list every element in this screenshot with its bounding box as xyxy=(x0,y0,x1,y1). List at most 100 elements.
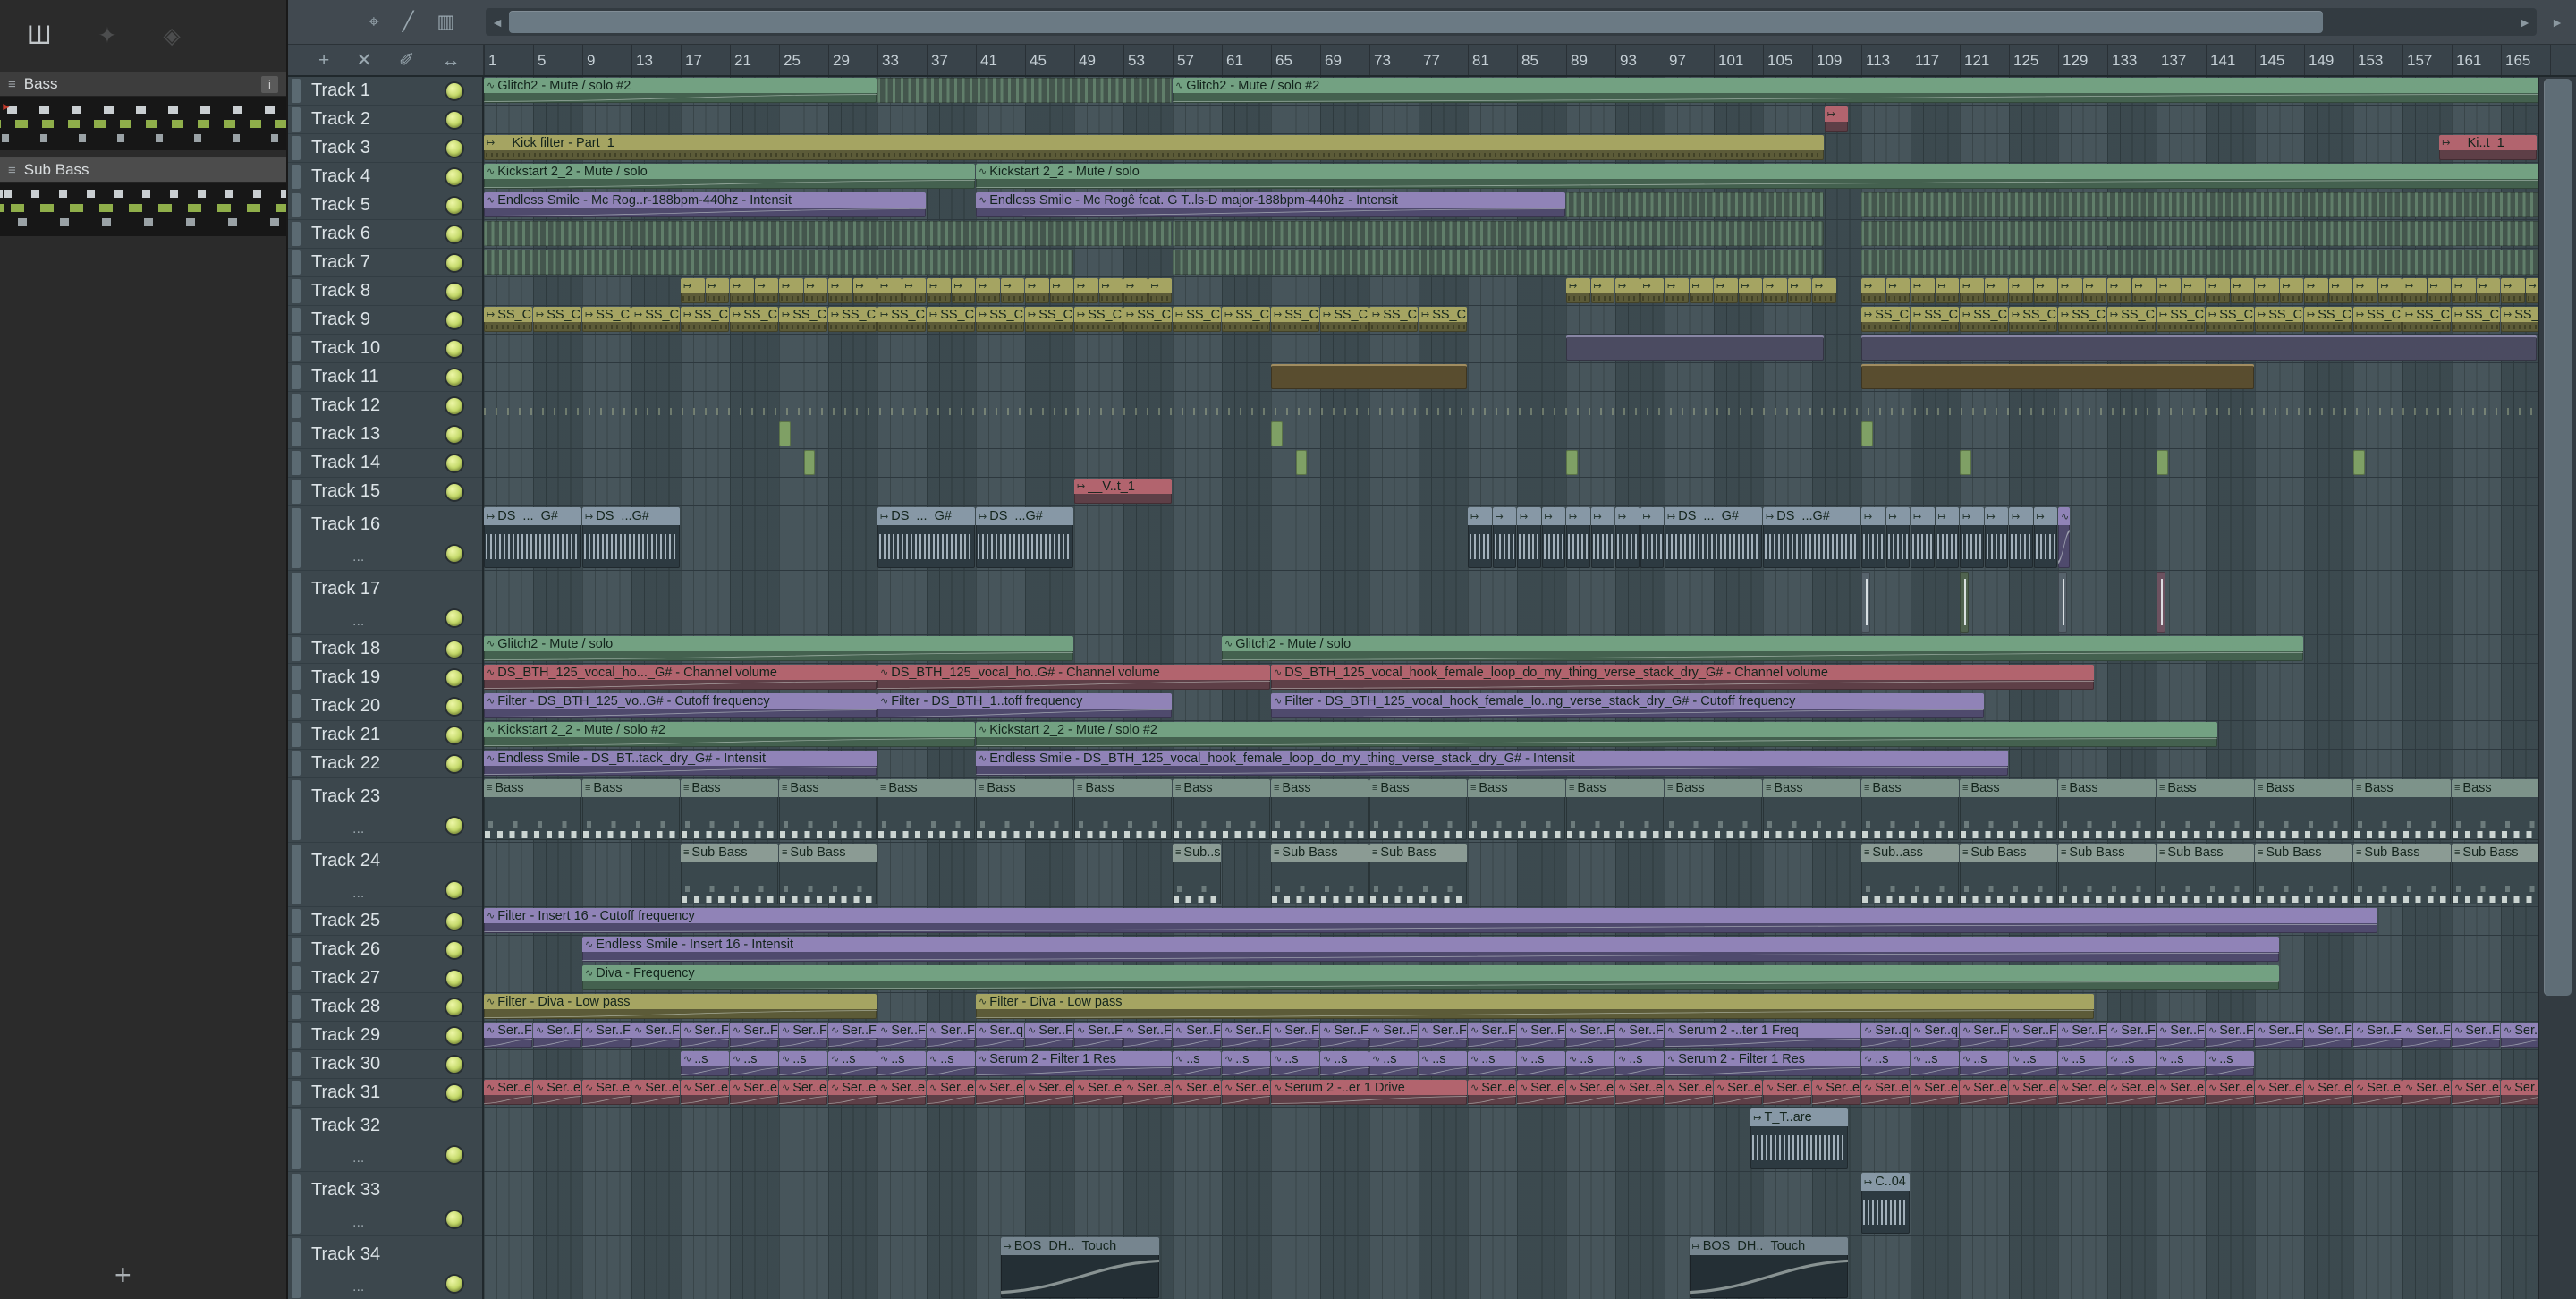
clip[interactable]: ≡ Bass xyxy=(1566,779,1664,840)
clip[interactable]: ∿Ser..e #2 xyxy=(1222,1080,1270,1105)
clip[interactable]: ∿Ser..e #2 xyxy=(2157,1080,2205,1105)
clip[interactable]: ↦SS_C..tty xyxy=(2206,307,2254,332)
mute-led[interactable] xyxy=(446,454,462,471)
clip[interactable]: ↦ xyxy=(2427,278,2451,303)
clip[interactable]: ∿ ..s xyxy=(1320,1051,1368,1076)
clip[interactable]: ↦SS_C..tty xyxy=(1911,307,1959,332)
clip[interactable]: ∿Ser..Freq xyxy=(2206,1023,2254,1048)
track-header[interactable]: Track 21 xyxy=(288,721,482,750)
stretch-tool-icon[interactable]: ↔ xyxy=(441,51,460,70)
timeline-ruler[interactable]: 1 5 9 13 17 21 25 29 33 37 41 45 49 53 57 61 65 69 73 77 81 8… xyxy=(484,45,2576,75)
clip[interactable]: ≡ Sub Bass xyxy=(779,844,877,904)
clip[interactable]: ∿ Endless Smile - Mc Rogê feat. G T..ls-D… xyxy=(976,192,1565,217)
clip[interactable]: ∿ Glitch2 - Mute / solo xyxy=(1222,636,2303,661)
clip[interactable]: ↦SS_C..tty xyxy=(1271,307,1319,332)
clip[interactable]: ↦ xyxy=(1517,507,1541,568)
clip[interactable]: ↦ xyxy=(1689,278,1713,303)
mute-led[interactable] xyxy=(446,426,462,443)
pattern-item[interactable]: ≡ Sub Bass xyxy=(0,157,286,236)
clip[interactable]: ∿Ser..e #2 xyxy=(681,1080,729,1105)
clip[interactable]: ↦ xyxy=(1812,278,1836,303)
track-header[interactable]: Track 27 xyxy=(288,964,482,993)
clip[interactable]: ↦SS_C..tty xyxy=(1861,307,1910,332)
clip[interactable]: ↦ xyxy=(1468,507,1492,568)
clip[interactable] xyxy=(1271,364,1467,389)
clip[interactable]: ∿ Serum 2 -..er 1 Drive xyxy=(1271,1080,1467,1105)
mute-led[interactable] xyxy=(446,913,462,930)
track-header[interactable]: Track 8 xyxy=(288,277,482,306)
clip[interactable]: ∿ Filter - Insert 16 - Cutoff frequency xyxy=(484,908,2377,933)
clip[interactable]: ∿Ser..Freq xyxy=(2255,1023,2303,1048)
clip[interactable]: ∿ Serum 2 - Filter 1 Res xyxy=(976,1051,1172,1076)
clip[interactable]: ∿Ser..Freq xyxy=(2157,1023,2205,1048)
clip[interactable]: ∿Ser..e #2 xyxy=(1960,1080,2008,1105)
clip[interactable]: ∿Ser..Freq xyxy=(1960,1023,2008,1048)
track-header[interactable]: Track 11 xyxy=(288,363,482,392)
magnet-icon[interactable]: ⌖ xyxy=(369,13,379,31)
mute-led[interactable] xyxy=(446,225,462,242)
clip[interactable]: ≡ Bass xyxy=(2058,779,2156,840)
clip[interactable]: ↦SS_C..tty xyxy=(2157,307,2205,332)
clip[interactable]: ∿ Kickstart 2_2 - Mute / solo xyxy=(484,164,975,189)
track-lane[interactable]: ↦ DS_..._G# ↦ DS_...G# ↦ DS_..._G# ↦ DS_...G# ↦ ↦… xyxy=(484,506,2538,571)
track-header[interactable]: Track 2 xyxy=(288,106,482,134)
clip[interactable]: ∿ Endless Smile - DS_BT..tack_dry_G# - In… xyxy=(484,751,877,776)
clip[interactable] xyxy=(1173,221,1824,246)
clip[interactable]: ∿Ser..e #2 xyxy=(877,1080,926,1105)
clip[interactable]: ↦SS_C..tty xyxy=(631,307,680,332)
clip[interactable]: ≡ Bass xyxy=(1369,779,1467,840)
track-lane[interactable]: ↦ C..04 xyxy=(484,1172,2538,1236)
clip[interactable]: ↦ xyxy=(1590,278,1614,303)
clip[interactable]: ∿ DS_BTH_125_vocal_ho..G# - Channel volum… xyxy=(877,665,1270,690)
clip[interactable]: ↦SS_C..tty xyxy=(2255,307,2303,332)
clip[interactable] xyxy=(1173,250,1824,275)
clip[interactable]: ↦ xyxy=(877,278,902,303)
clip[interactable] xyxy=(1566,450,1578,475)
clip[interactable]: ∿ ..s xyxy=(1861,1051,1910,1076)
track-header[interactable]: Track 3 xyxy=(288,134,482,163)
clip[interactable]: ↦ xyxy=(1492,507,1516,568)
clip[interactable]: ↦ xyxy=(1861,507,1885,568)
vertical-scrollbar[interactable] xyxy=(2538,77,2576,1299)
track-header[interactable]: Track 13 xyxy=(288,420,482,449)
clip[interactable]: ↦ xyxy=(779,278,803,303)
clip[interactable]: ∿Ser..e #2 xyxy=(1615,1080,1664,1105)
clip[interactable]: ≡ Bass xyxy=(582,779,680,840)
clip[interactable]: ↦ xyxy=(1566,507,1590,568)
mute-led[interactable] xyxy=(446,1211,462,1227)
scroll-right-icon[interactable]: ► xyxy=(2513,8,2537,36)
track-lane[interactable] xyxy=(484,449,2538,478)
clip[interactable] xyxy=(1566,335,1824,361)
mute-led[interactable] xyxy=(446,1147,462,1163)
clip[interactable] xyxy=(1861,572,1870,633)
cut-tool-icon[interactable]: ✕ xyxy=(356,51,372,70)
clip[interactable]: ↦ xyxy=(1148,278,1172,303)
clip[interactable]: ↦SS_C..tty xyxy=(927,307,975,332)
clip[interactable]: ∿Ser..Freq xyxy=(1271,1023,1319,1048)
clip[interactable]: ↦ xyxy=(1566,278,1590,303)
track-lane[interactable]: ↦ ↦ ↦ ↦ ↦ ↦ ↦ ↦ ↦ ↦ ↦ ↦ ↦ ↦ ↦ ↦ ↦ ↦ ↦ ↦ ↦ ↦ ↦ ↦ ↦ ↦ ↦ ↦ ↦ ↦ ↦ ↦ ↦ ↦ ↦ ↦ ↦ ↦ ↦ ↦… xyxy=(484,277,2538,306)
track-lane[interactable]: ≡ Bass ≡ Bass ≡ Bass ≡ Bass ≡ Bass ≡ Bass ≡ Bass ≡ Bass… xyxy=(484,778,2538,843)
clip[interactable]: ∿ Filter - DS_BTH_1..toff frequency xyxy=(877,693,1172,718)
track-header[interactable]: Track 33... xyxy=(288,1172,482,1236)
clip[interactable]: ↦ DS_...G# xyxy=(976,507,1073,568)
clip[interactable]: ≡ Bass xyxy=(1074,779,1172,840)
track-lane[interactable] xyxy=(484,363,2538,392)
clip[interactable]: ∿Ser..Freq xyxy=(1025,1023,1073,1048)
horizontal-scroll-handle[interactable] xyxy=(509,11,2324,33)
clip[interactable]: ∿Ser..e #2 xyxy=(1517,1080,1565,1105)
clip[interactable]: ∿Ser..Freq xyxy=(2402,1023,2451,1048)
clip[interactable]: ≡ Sub Bass xyxy=(2452,844,2538,904)
track-lane[interactable]: ∿ Diva - Frequency xyxy=(484,964,2538,993)
add-pattern-button[interactable]: + xyxy=(114,1259,131,1292)
clip[interactable]: ∿ ..s xyxy=(1271,1051,1319,1076)
clip[interactable]: ∿ ..s xyxy=(1615,1051,1664,1076)
clip[interactable]: ↦SS_C..tty xyxy=(1320,307,1368,332)
clip[interactable]: ↦ xyxy=(1763,278,1787,303)
clip[interactable]: ↦ xyxy=(681,278,705,303)
track-header[interactable]: Track 34... xyxy=(288,1236,482,1299)
clip[interactable]: ↦ xyxy=(1615,507,1640,568)
clip[interactable]: ∿Ser..Freq xyxy=(484,1023,532,1048)
scroll-left-icon[interactable]: ◄ xyxy=(486,8,509,36)
clip[interactable]: ↦ xyxy=(2033,278,2057,303)
